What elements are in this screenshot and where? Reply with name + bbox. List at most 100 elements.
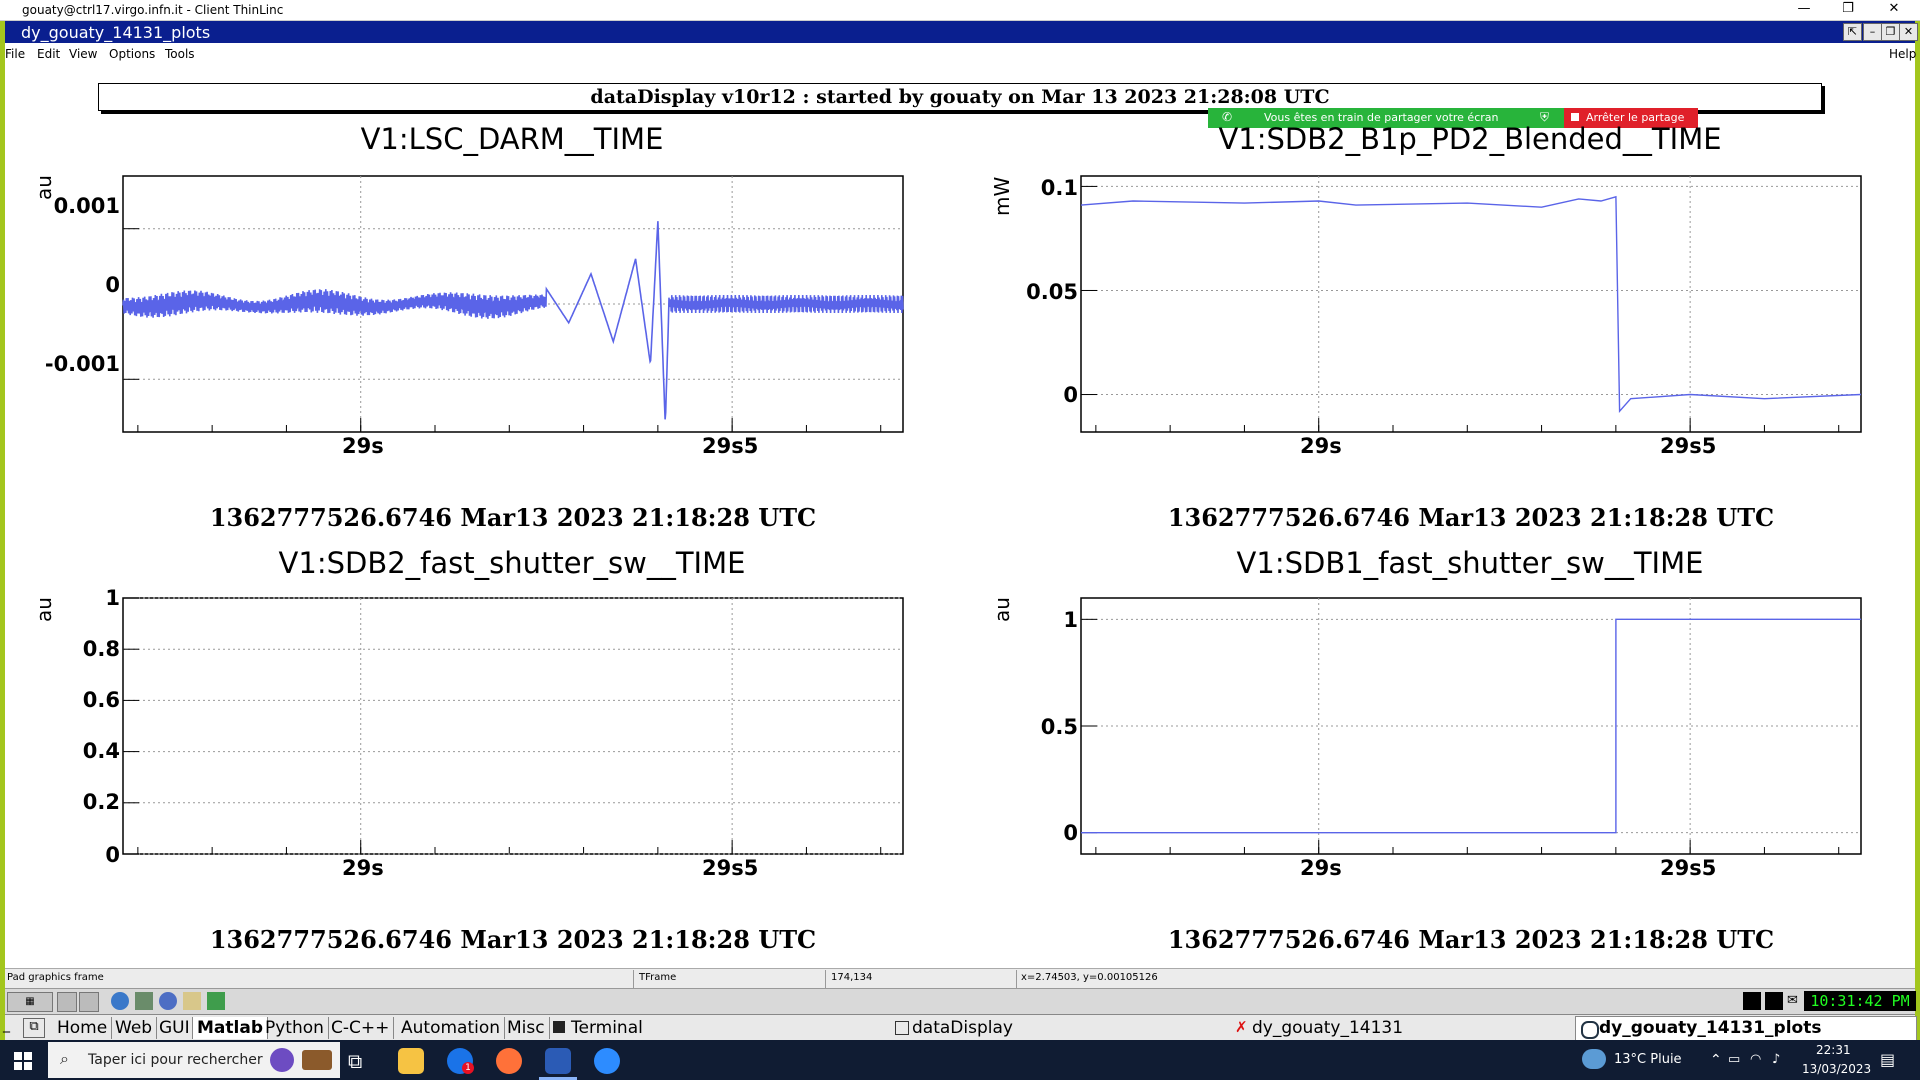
app-icon [1581, 1021, 1599, 1039]
tab-misc[interactable]: Misc [503, 1017, 550, 1039]
menu-tools[interactable]: Tools [165, 47, 195, 61]
task-terminal[interactable]: Terminal [571, 1017, 643, 1039]
status-divider [1016, 970, 1017, 988]
tools-icon[interactable] [135, 992, 153, 1010]
plot-3-frame[interactable] [122, 597, 904, 855]
plot-4-ytick: 1 [1063, 608, 1078, 632]
plot-1-frame[interactable] [122, 175, 904, 433]
plot-3-ytick: 0.8 [82, 637, 120, 661]
menu-edit[interactable]: Edit [37, 47, 60, 61]
plot-1-xtick: 29s [342, 434, 384, 458]
plot-title-2: V1:SDB2_B1p_PD2_Blended__TIME [1218, 122, 1722, 156]
plot-title-4: V1:SDB1_fast_shutter_sw__TIME [1236, 546, 1704, 580]
plot-1-timestamp: 1362777526.6746 Mar13 2023 21:18:28 UTC [209, 503, 817, 532]
taskbar-time[interactable]: 22:31 [1816, 1043, 1851, 1057]
raise-button[interactable]: ⇱ [1843, 23, 1862, 41]
weather-icon [1582, 1049, 1606, 1069]
inner-window-title: dy_gouaty_14131_plots [21, 23, 211, 42]
wifi-icon[interactable]: ◠ [1750, 1052, 1761, 1067]
zoom-icon[interactable] [594, 1048, 620, 1074]
plot-3-ytick: 0 [105, 843, 120, 867]
plot-3-timestamp: 1362777526.6746 Mar13 2023 21:18:28 UTC [209, 925, 817, 954]
plot-3-xtick: 29s5 [702, 856, 759, 880]
distro-logo-icon[interactable]: ▦ [7, 992, 53, 1012]
tab-matlab[interactable]: Matlab [192, 1017, 268, 1039]
status-object: Pad graphics frame [7, 972, 104, 983]
close-button[interactable]: ✕ [1880, 1, 1908, 16]
plot-4-timestamp: 1362777526.6746 Mar13 2023 21:18:28 UTC [1167, 925, 1775, 954]
globe-icon[interactable] [111, 992, 129, 1010]
taskbar-search[interactable]: ⌕ Taper ici pour rechercher [48, 1042, 340, 1078]
file-explorer-icon[interactable] [398, 1048, 424, 1074]
battery-icon[interactable]: ▭ [1728, 1052, 1740, 1067]
workspace-tab-bar: _ ⧉ Home Web GUI Matlab Python C-C++ Aut… [3, 1014, 1917, 1042]
task-datadisplay[interactable]: dataDisplay [912, 1017, 1013, 1039]
plot-1-ytick: 0 [105, 273, 120, 297]
plot-4-frame[interactable] [1080, 597, 1862, 855]
taskbar-date[interactable]: 13/03/2023 [1802, 1062, 1871, 1076]
plot-4-xtick: 29s5 [1660, 856, 1717, 880]
launcher-bar: ▦ ✉ [5, 988, 1915, 1015]
settings-icon[interactable] [159, 992, 177, 1010]
plot-2-timestamp: 1362777526.6746 Mar13 2023 21:18:28 UTC [1167, 503, 1775, 532]
weather-text[interactable]: 13°C Pluie [1614, 1052, 1682, 1067]
blank-icon[interactable] [79, 992, 99, 1012]
plot-2-ytick: 0.05 [1026, 280, 1078, 304]
plot-1-xtick: 29s5 [702, 434, 759, 458]
workspace-switcher-icon[interactable]: ⧉ [23, 1018, 45, 1038]
status-divider [633, 970, 634, 988]
task-dy-gouaty[interactable]: dy_gouaty_14131 [1252, 1017, 1403, 1039]
plot-3-ytick: 1 [105, 586, 120, 610]
plot-title-1: V1:LSC_DARM__TIME [360, 122, 664, 156]
menu-file[interactable]: File [5, 47, 25, 61]
plot-4-ytick: 0 [1063, 821, 1078, 845]
window-icon [895, 1021, 909, 1035]
tab-automation[interactable]: Automation [397, 1017, 506, 1039]
status-divider [825, 970, 826, 988]
x-app-icon: ✗ [1235, 1018, 1248, 1036]
menu-help[interactable]: Help [1889, 47, 1916, 61]
outer-title-bar: gouaty@ctrl17.virgo.infn.it - Client Thi… [0, 0, 1920, 21]
menu-view[interactable]: View [69, 47, 97, 61]
search-highlight-image-icon [302, 1050, 332, 1070]
tab-home[interactable]: Home [53, 1017, 113, 1039]
terminal-icon [553, 1021, 565, 1033]
blank-icon[interactable] [57, 992, 77, 1012]
tab-python[interactable]: Python [261, 1017, 329, 1039]
thinlinc-icon[interactable] [545, 1048, 571, 1074]
inner-maximize-button[interactable]: ❐ [1881, 23, 1900, 41]
chevron-up-icon[interactable]: ⌃ [1710, 1052, 1722, 1068]
monitor-icon[interactable] [1743, 992, 1761, 1010]
inner-minimize-button[interactable]: – [1863, 23, 1882, 41]
status-class: TFrame [639, 972, 677, 983]
volume-icon[interactable]: ♪ [1772, 1052, 1780, 1067]
notification-badge: 1 [462, 1062, 474, 1074]
spreadsheet-icon[interactable] [207, 992, 225, 1010]
mail-icon[interactable]: ✉ [1787, 993, 1798, 1008]
plot-2-xtick: 29s [1300, 434, 1342, 458]
plot-3-xtick: 29s [342, 856, 384, 880]
plot-2-frame[interactable] [1080, 175, 1862, 433]
plot-title-3: V1:SDB2_fast_shutter_sw__TIME [278, 546, 746, 580]
tab-gui[interactable]: GUI [155, 1017, 195, 1039]
search-icon: ⌕ [60, 1049, 69, 1068]
plot-1-ytick: -0.001 [44, 352, 120, 376]
firefox-icon[interactable] [496, 1048, 522, 1074]
inner-close-button[interactable]: ✕ [1899, 23, 1918, 41]
clock: 10:31:42 PM [1804, 991, 1916, 1011]
plot-2-ytick: 0 [1063, 383, 1078, 407]
menu-bar: File Edit View Options Tools Help [5, 43, 1916, 65]
minimize-button[interactable]: — [1790, 1, 1818, 16]
task-view-icon[interactable]: ⧉ [348, 1049, 362, 1073]
search-highlight-icon [270, 1048, 294, 1072]
restore-button[interactable]: ❐ [1834, 1, 1862, 16]
notifications-icon[interactable]: ▤ [1880, 1050, 1895, 1069]
plot-3-ytick: 0.4 [82, 739, 120, 763]
editor-icon[interactable] [183, 992, 201, 1010]
task-dy-gouaty-plots[interactable]: dy_gouaty_14131_plots [1599, 1017, 1821, 1039]
menu-options[interactable]: Options [109, 47, 155, 61]
tab-web[interactable]: Web [111, 1017, 158, 1039]
plot-2-ytick: 0.1 [1040, 176, 1078, 200]
windows-start-icon[interactable] [14, 1052, 32, 1070]
tab-c-cpp[interactable]: C-C++ [327, 1017, 395, 1039]
